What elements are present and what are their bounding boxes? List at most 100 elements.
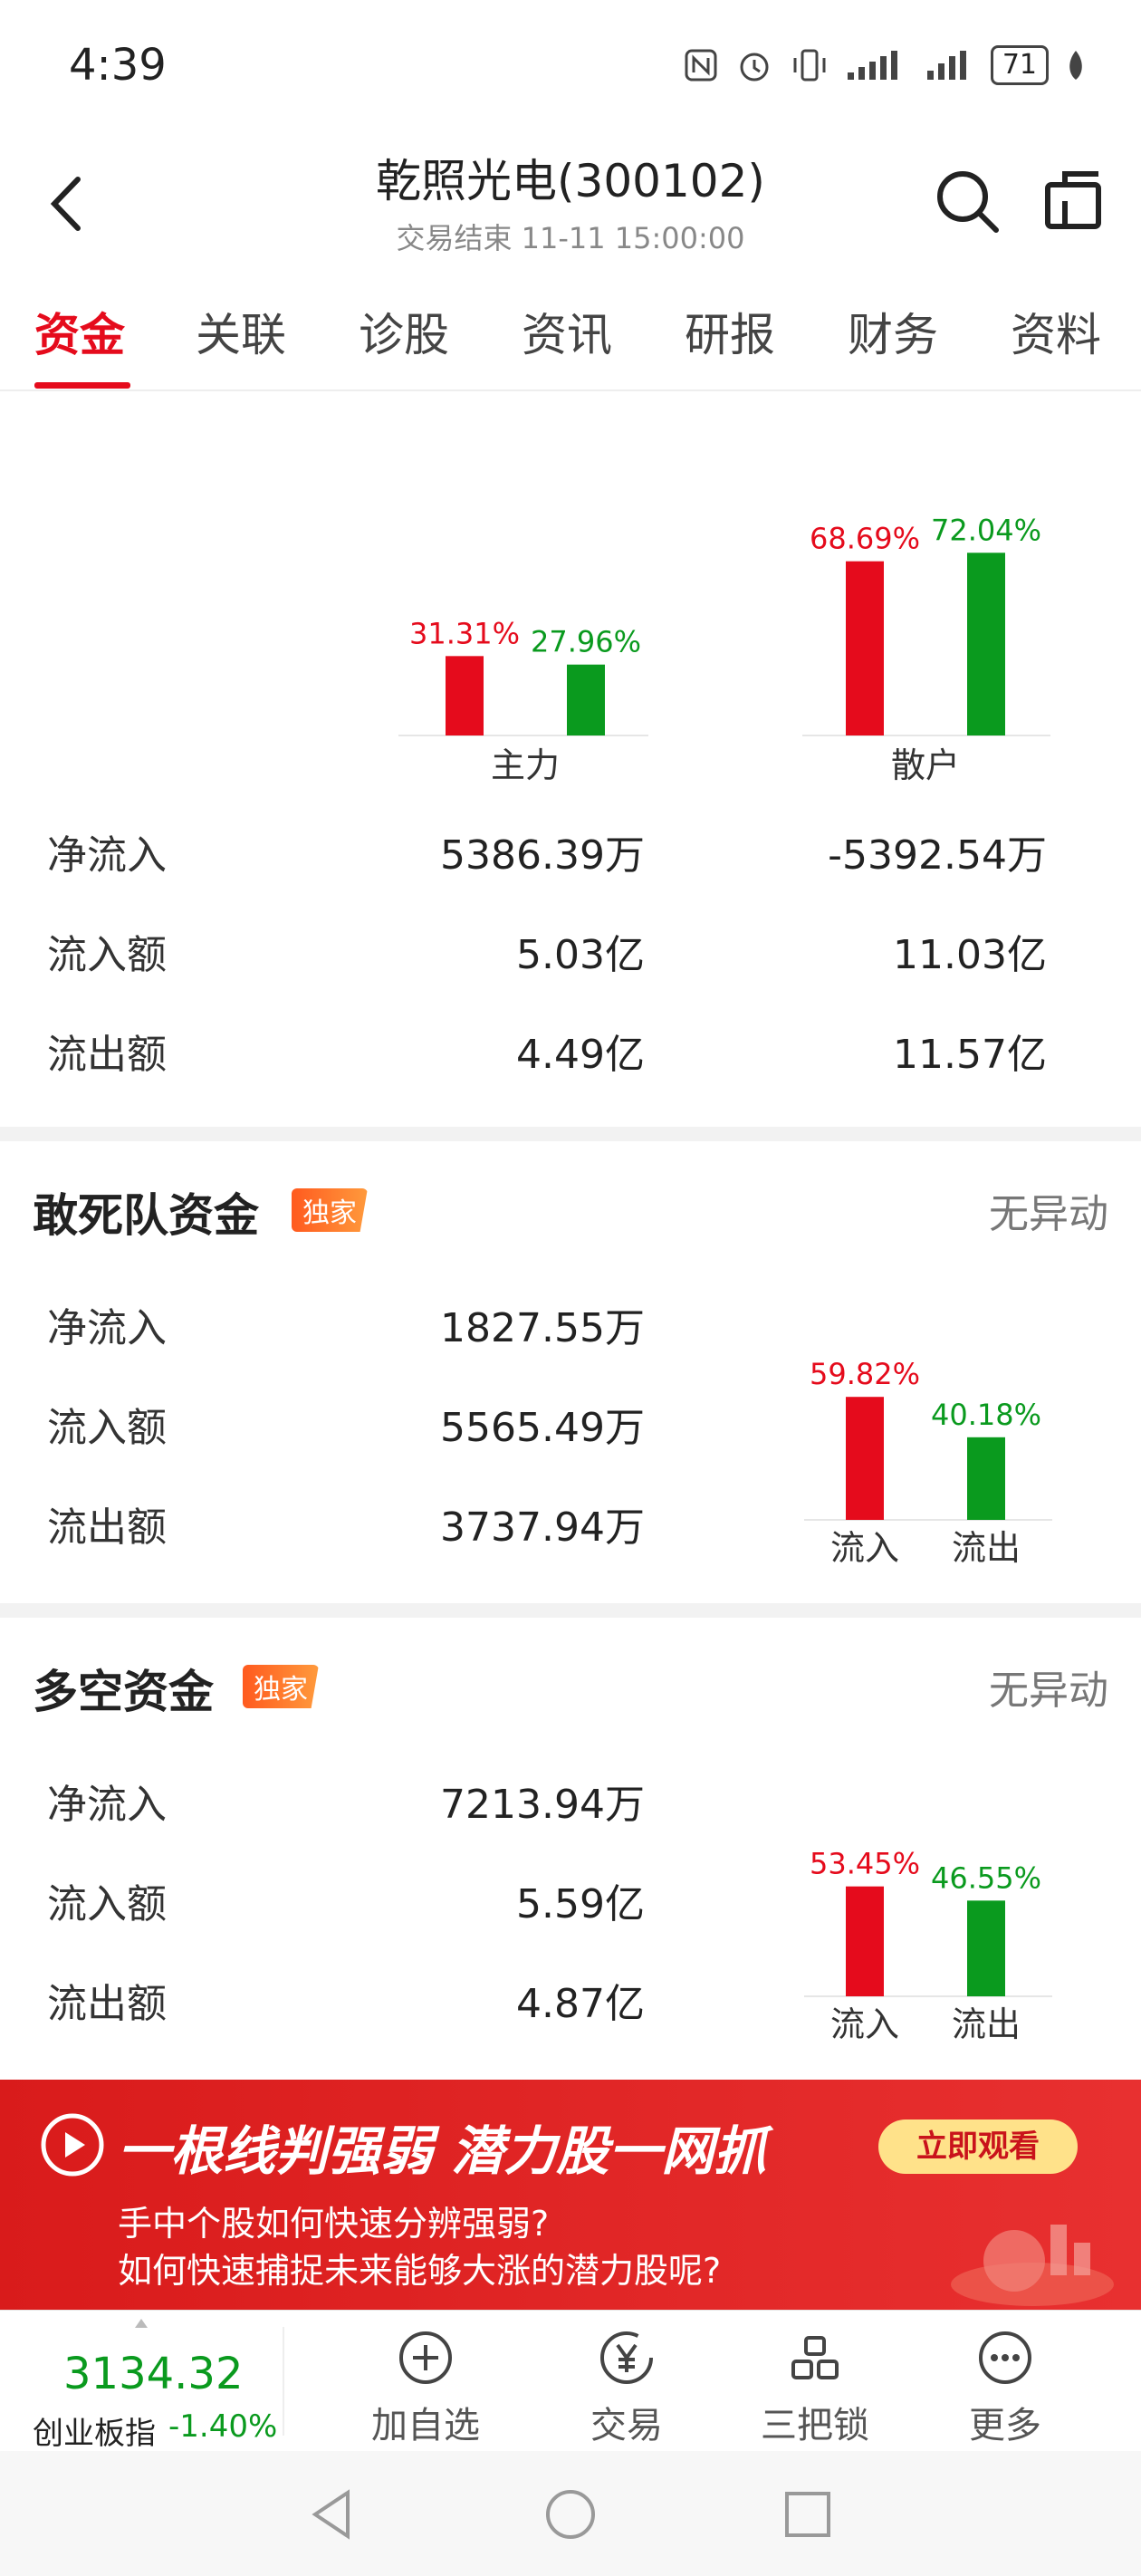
system-home-icon[interactable]	[543, 2487, 598, 2542]
add-watchlist-label: 加自选	[371, 2405, 480, 2446]
long-short-title: 多空资金	[33, 1666, 214, 1718]
ls-inflow: 5.59亿	[516, 1881, 645, 1927]
ls-in-pct: 53.45%	[810, 1847, 920, 1881]
watch-now-button[interactable]: 立即观看	[878, 2119, 1078, 2174]
dare-team-title: 敢死队资金	[33, 1189, 259, 1242]
section-divider	[0, 1603, 1141, 1618]
main-net-inflow: 5386.39万	[440, 832, 645, 879]
nfc-icon	[685, 49, 717, 82]
exclusive-badge: 独家	[243, 1665, 319, 1708]
banner-decoration-icon	[951, 2225, 1114, 2306]
ls-net-label: 净流入	[47, 1782, 167, 1828]
promo-banner[interactable]: 一根线判强弱 潜力股一网抓 立即观看 手中个股如何快速分辨强弱? 如何快速捕捉未…	[0, 2080, 1141, 2310]
outflow-label: 流出额	[47, 1032, 167, 1078]
leaf-icon	[1069, 51, 1082, 80]
ls-outflow: 4.87亿	[516, 1981, 645, 2027]
system-back-icon[interactable]	[306, 2487, 360, 2542]
banner-headline: 一根线判强弱 潜力股一网抓	[118, 2120, 767, 2182]
search-icon[interactable]	[933, 167, 1002, 235]
fund-flow-chart: 31.31% 27.96% 68.69% 72.04% 主力 散户	[398, 513, 1050, 785]
bar-dare-out	[967, 1437, 1005, 1520]
dare-in-label: 流入	[830, 1528, 899, 1568]
banner-line-1: 手中个股如何快速分辨强弱?	[118, 2204, 550, 2244]
section-divider	[0, 1127, 1141, 1141]
exclusive-badge: 独家	[292, 1188, 368, 1232]
dare-in-pct: 59.82%	[810, 1357, 920, 1391]
bottom-toolbar: 3134.32 创业板指 -1.40% 加自选 交易 三把锁 更多	[0, 2310, 1141, 2452]
trade-button[interactable]: 交易	[554, 2329, 699, 2448]
divider	[0, 389, 1141, 391]
yuan-icon	[600, 2331, 653, 2384]
ls-net-inflow: 7213.94万	[440, 1782, 645, 1828]
status-time: 4:39	[69, 40, 167, 91]
ls-in-label: 流入额	[47, 1881, 167, 1927]
dare-net-label: 净流入	[47, 1305, 167, 1351]
play-icon	[41, 2113, 104, 2177]
up-arrow-icon	[135, 2319, 148, 2328]
bar-ls-out	[967, 1900, 1005, 1996]
system-recents-icon[interactable]	[781, 2487, 835, 2542]
dare-team-status[interactable]: 无异动	[815, 1181, 1108, 1239]
index-name: 创业板指	[33, 2416, 156, 2452]
active-tab-indicator	[34, 382, 130, 389]
dare-net-inflow: 1827.55万	[440, 1305, 645, 1351]
net-inflow-label: 净流入	[47, 832, 167, 879]
alarm-icon	[740, 53, 769, 82]
retail-outflow: 11.57亿	[893, 1032, 1047, 1078]
dare-outflow: 3737.94万	[440, 1504, 645, 1551]
ls-in-label-text: 流入	[830, 2004, 899, 2044]
signal-icon-2	[926, 51, 966, 80]
retail-out-pct: 72.04%	[931, 513, 1041, 547]
bar-retail-out	[967, 553, 1005, 735]
more-button[interactable]: 更多	[933, 2329, 1078, 2448]
long-short-status[interactable]: 无异动	[815, 1658, 1108, 1716]
main-outflow: 4.49亿	[516, 1032, 645, 1078]
tab-news[interactable]: 资讯	[522, 299, 612, 364]
three-locks-button[interactable]: 三把锁	[743, 2329, 887, 2448]
signal-icon	[847, 51, 897, 80]
vibrate-icon	[793, 49, 826, 82]
ls-out-pct: 46.55%	[931, 1860, 1041, 1895]
inflow-label: 流入额	[47, 932, 167, 978]
long-short-chart: 53.45% 46.55% 流入 流出	[804, 1847, 1052, 2044]
tab-research[interactable]: 研报	[685, 299, 775, 364]
three-locks-label: 三把锁	[761, 2405, 869, 2446]
battery-indicator: 71	[990, 45, 1049, 85]
ls-out-label: 流出额	[47, 1981, 167, 2027]
more-label: 更多	[969, 2405, 1041, 2446]
tab-funds[interactable]: 资金	[34, 299, 125, 364]
dare-team-chart: 59.82% 40.18% 流入 流出	[804, 1357, 1052, 1568]
dare-inflow: 5565.49万	[440, 1405, 645, 1451]
share-icon[interactable]	[1043, 168, 1103, 232]
tab-bar: 资金 关联 诊股 资讯 研报 财务 资料	[0, 299, 1141, 389]
bar-ls-in	[846, 1886, 884, 1996]
main-in-pct: 31.31%	[409, 616, 520, 650]
tab-finance[interactable]: 财务	[848, 299, 938, 364]
main-label: 主力	[491, 745, 560, 785]
plus-circle-icon	[399, 2331, 452, 2384]
dare-out-label: 流出额	[47, 1504, 167, 1551]
status-icons: 71	[683, 45, 1087, 85]
dare-in-label: 流入额	[47, 1405, 167, 1451]
dare-out-label-text: 流出	[952, 1528, 1021, 1568]
divider	[283, 2327, 284, 2436]
add-watchlist-button[interactable]: 加自选	[353, 2329, 498, 2448]
tab-profile[interactable]: 资料	[1011, 299, 1101, 364]
more-icon	[979, 2331, 1031, 2384]
bar-retail-in	[846, 561, 884, 735]
retail-label: 散户	[891, 745, 960, 785]
ls-out-label-text: 流出	[952, 2004, 1021, 2044]
system-nav-bar	[0, 2451, 1141, 2576]
bar-dare-in	[846, 1397, 884, 1520]
retail-net-inflow: -5392.54万	[828, 832, 1047, 879]
index-value[interactable]: 3134.32	[63, 2349, 244, 2399]
banner-line-2: 如何快速捕捉未来能够大涨的潜力股呢?	[118, 2251, 722, 2291]
main-out-pct: 27.96%	[531, 625, 641, 659]
main-inflow: 5.03亿	[516, 932, 645, 978]
bar-main-out	[567, 664, 605, 735]
retail-in-pct: 68.69%	[810, 522, 920, 556]
lock-icon	[791, 2336, 839, 2379]
tab-related[interactable]: 关联	[196, 299, 286, 364]
tab-diagnosis[interactable]: 诊股	[359, 299, 449, 364]
index-change: -1.40%	[168, 2408, 278, 2445]
